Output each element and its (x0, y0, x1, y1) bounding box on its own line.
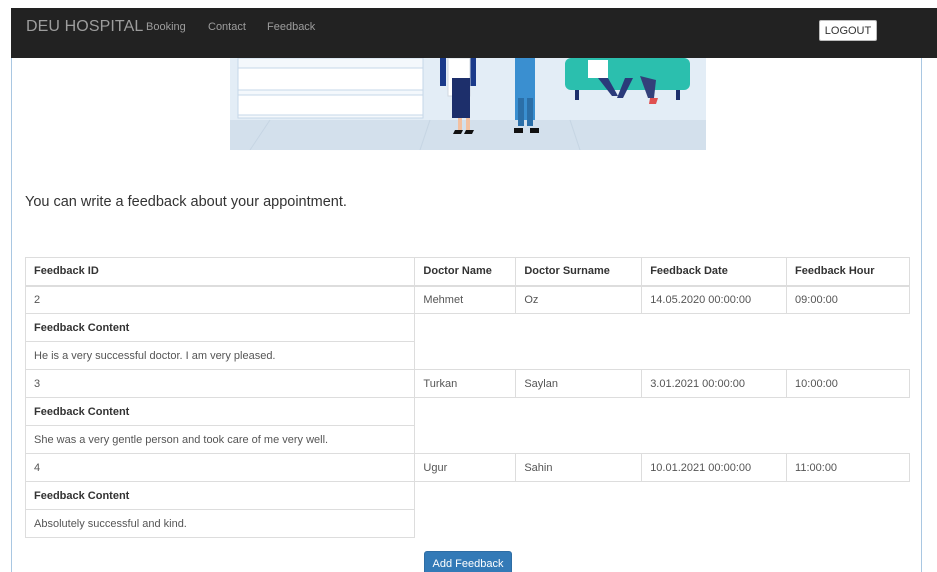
table-row: Absolutely successful and kind. (24, 509, 910, 538)
table-row: 2 Mehmet Oz 14.05.2020 00:00:00 09:00:00 (24, 285, 910, 314)
feedback-table: Feedback ID Doctor Name Doctor Surname F… (24, 257, 910, 538)
waiting-room-illustration (230, 58, 706, 150)
cell-feedback-id: 2 (24, 285, 416, 314)
cell-doctor-name: Mehmet (414, 285, 517, 314)
brand-link[interactable]: DEU HOSPITAL (26, 18, 143, 36)
header-doctor-surname: Doctor Surname (515, 257, 643, 287)
table-row: She was a very gentle person and took ca… (24, 425, 910, 454)
navbar: DEU HOSPITAL Booking Contact Feedback LO… (11, 8, 937, 58)
header-doctor-name: Doctor Name (414, 257, 517, 287)
header-feedback-id: Feedback ID (24, 257, 416, 287)
cell-doctor-surname: Sahin (515, 453, 643, 482)
cell-feedback-content: He is a very successful doctor. I am ver… (24, 341, 416, 370)
cell-feedback-hour: 10:00:00 (786, 369, 910, 398)
cell-feedback-content: She was a very gentle person and took ca… (24, 425, 416, 454)
cell-feedback-content: Absolutely successful and kind. (24, 509, 416, 538)
header-feedback-date: Feedback Date (641, 257, 788, 287)
table-header-row: Feedback ID Doctor Name Doctor Surname F… (24, 257, 910, 287)
header-feedback-hour: Feedback Hour (786, 257, 910, 287)
cell-doctor-surname: Oz (515, 285, 643, 314)
nav-feedback[interactable]: Feedback (267, 21, 315, 33)
logout-button[interactable]: LOGOUT (819, 20, 877, 41)
cell-feedback-hour: 09:00:00 (786, 285, 910, 314)
cell-doctor-name: Ugur (414, 453, 517, 482)
table-row: 3 Turkan Saylan 3.01.2021 00:00:00 10:00… (24, 369, 910, 398)
top-margin (0, 0, 937, 8)
add-feedback-button[interactable]: Add Feedback (424, 551, 512, 572)
table-row: Feedback Content (24, 313, 910, 342)
cell-doctor-name: Turkan (414, 369, 517, 398)
cell-content-label: Feedback Content (24, 313, 416, 342)
cell-feedback-date: 3.01.2021 00:00:00 (641, 369, 788, 398)
cell-doctor-surname: Saylan (515, 369, 643, 398)
cell-feedback-date: 10.01.2021 00:00:00 (641, 453, 788, 482)
table-row: He is a very successful doctor. I am ver… (24, 341, 910, 370)
nav-booking[interactable]: Booking (146, 21, 186, 33)
table-row: Feedback Content (24, 397, 910, 426)
nav-contact[interactable]: Contact (208, 21, 246, 33)
cell-feedback-hour: 11:00:00 (786, 453, 910, 482)
cell-feedback-id: 4 (24, 453, 416, 482)
cell-feedback-date: 14.05.2020 00:00:00 (641, 285, 788, 314)
cell-feedback-id: 3 (24, 369, 416, 398)
feedback-intro-text: You can write a feedback about your appo… (25, 194, 347, 210)
table-row: 4 Ugur Sahin 10.01.2021 00:00:00 11:00:0… (24, 453, 910, 482)
table-row: Feedback Content (24, 481, 910, 510)
cell-content-label: Feedback Content (24, 397, 416, 426)
cell-content-label: Feedback Content (24, 481, 416, 510)
